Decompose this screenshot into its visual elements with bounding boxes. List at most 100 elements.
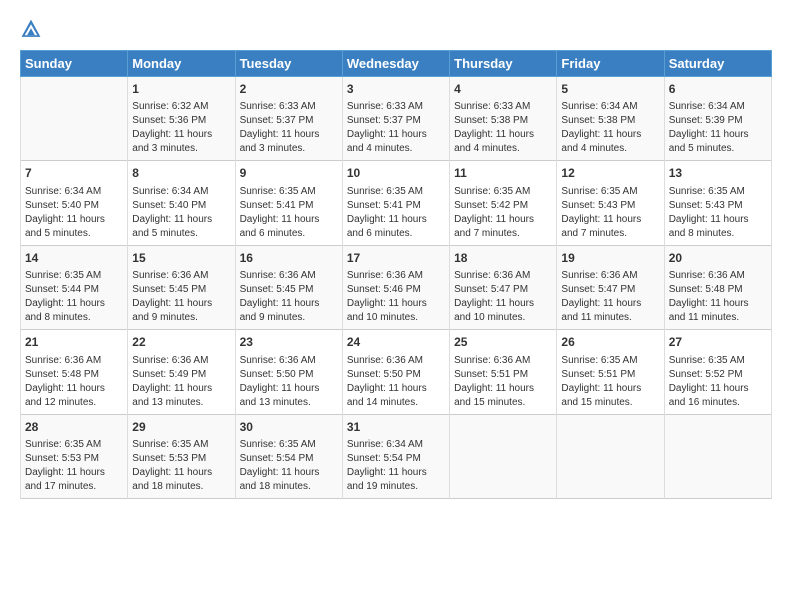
day-number: 9 [240, 165, 338, 182]
day-number: 5 [561, 81, 659, 98]
day-content: Sunrise: 6:36 AM Sunset: 5:48 PM Dayligh… [669, 269, 767, 325]
day-content: Sunrise: 6:33 AM Sunset: 5:37 PM Dayligh… [347, 100, 445, 156]
calendar-cell: 19Sunrise: 6:36 AM Sunset: 5:47 PM Dayli… [557, 245, 664, 329]
calendar-cell: 17 Sunrise: 6:36 AM Sunset: 5:46 PM Dayli… [342, 245, 449, 329]
day-content: Sunrise: 6:32 AM Sunset: 5:36 PM Dayligh… [132, 100, 230, 156]
calendar-cell: 28 Sunrise: 6:35 AM Sunset: 5:53 PM Dayli… [21, 414, 128, 498]
day-number: 6 [669, 81, 767, 98]
calendar-header-row: SundayMondayTuesdayWednesdayThursdayFrid… [21, 51, 772, 77]
day-content: Sunrise: 6:35 AM Sunset: 5:53 PM Dayligh… [132, 438, 230, 494]
column-header-monday: Monday [128, 51, 235, 77]
day-number: 18 [454, 250, 552, 267]
day-number: 1 [132, 81, 230, 98]
calendar-cell: 20 Sunrise: 6:36 AM Sunset: 5:48 PM Dayli… [664, 245, 771, 329]
day-number: 27 [669, 334, 767, 351]
day-content: Sunrise: 6:36 AM Sunset: 5:50 PM Dayligh… [347, 354, 445, 410]
calendar-cell: 6 Sunrise: 6:34 AM Sunset: 5:39 PM Daylig… [664, 77, 771, 161]
calendar-cell: 8 Sunrise: 6:34 AM Sunset: 5:40 PM Daylig… [128, 161, 235, 245]
calendar-cell: 4Sunrise: 6:33 AM Sunset: 5:38 PM Daylig… [450, 77, 557, 161]
day-number: 3 [347, 81, 445, 98]
day-number: 29 [132, 419, 230, 436]
day-number: 12 [561, 165, 659, 182]
header [20, 18, 772, 40]
day-number: 7 [25, 165, 123, 182]
column-header-sunday: Sunday [21, 51, 128, 77]
day-content: Sunrise: 6:35 AM Sunset: 5:43 PM Dayligh… [669, 185, 767, 241]
day-content: Sunrise: 6:33 AM Sunset: 5:38 PM Dayligh… [454, 100, 552, 156]
logo [20, 18, 46, 40]
day-number: 16 [240, 250, 338, 267]
day-number: 2 [240, 81, 338, 98]
day-content: Sunrise: 6:35 AM Sunset: 5:43 PM Dayligh… [561, 185, 659, 241]
day-number: 20 [669, 250, 767, 267]
calendar-cell [557, 414, 664, 498]
calendar-cell [21, 77, 128, 161]
day-number: 31 [347, 419, 445, 436]
day-content: Sunrise: 6:34 AM Sunset: 5:39 PM Dayligh… [669, 100, 767, 156]
calendar-cell: 18 Sunrise: 6:36 AM Sunset: 5:47 PM Dayli… [450, 245, 557, 329]
week-row-1: 7 Sunrise: 6:34 AM Sunset: 5:40 PM Daylig… [21, 161, 772, 245]
day-content: Sunrise: 6:34 AM Sunset: 5:40 PM Dayligh… [25, 185, 123, 241]
calendar-cell: 15Sunrise: 6:36 AM Sunset: 5:45 PM Dayli… [128, 245, 235, 329]
day-number: 11 [454, 165, 552, 182]
week-row-0: 1 Sunrise: 6:32 AM Sunset: 5:36 PM Daylig… [21, 77, 772, 161]
day-content: Sunrise: 6:36 AM Sunset: 5:45 PM Dayligh… [132, 269, 230, 325]
calendar-cell [450, 414, 557, 498]
calendar-cell: 7 Sunrise: 6:34 AM Sunset: 5:40 PM Daylig… [21, 161, 128, 245]
day-content: Sunrise: 6:34 AM Sunset: 5:38 PM Dayligh… [561, 100, 659, 156]
day-number: 8 [132, 165, 230, 182]
day-content: Sunrise: 6:33 AM Sunset: 5:37 PM Dayligh… [240, 100, 338, 156]
day-number: 28 [25, 419, 123, 436]
day-number: 17 [347, 250, 445, 267]
calendar-cell: 9Sunrise: 6:35 AM Sunset: 5:41 PM Daylig… [235, 161, 342, 245]
column-header-tuesday: Tuesday [235, 51, 342, 77]
day-content: Sunrise: 6:34 AM Sunset: 5:40 PM Dayligh… [132, 185, 230, 241]
calendar-cell: 30Sunrise: 6:35 AM Sunset: 5:54 PM Dayli… [235, 414, 342, 498]
day-content: Sunrise: 6:34 AM Sunset: 5:54 PM Dayligh… [347, 438, 445, 494]
day-number: 10 [347, 165, 445, 182]
calendar-cell: 24 Sunrise: 6:36 AM Sunset: 5:50 PM Dayli… [342, 330, 449, 414]
day-number: 19 [561, 250, 659, 267]
column-header-thursday: Thursday [450, 51, 557, 77]
day-content: Sunrise: 6:36 AM Sunset: 5:46 PM Dayligh… [347, 269, 445, 325]
day-number: 22 [132, 334, 230, 351]
week-row-3: 21Sunrise: 6:36 AM Sunset: 5:48 PM Dayli… [21, 330, 772, 414]
calendar-cell: 31 Sunrise: 6:34 AM Sunset: 5:54 PM Dayli… [342, 414, 449, 498]
day-content: Sunrise: 6:36 AM Sunset: 5:45 PM Dayligh… [240, 269, 338, 325]
calendar-cell: 11Sunrise: 6:35 AM Sunset: 5:42 PM Dayli… [450, 161, 557, 245]
calendar-cell: 2 Sunrise: 6:33 AM Sunset: 5:37 PM Daylig… [235, 77, 342, 161]
calendar-cell: 10Sunrise: 6:35 AM Sunset: 5:41 PM Dayli… [342, 161, 449, 245]
calendar-page: SundayMondayTuesdayWednesdayThursdayFrid… [0, 0, 792, 612]
calendar-cell [664, 414, 771, 498]
calendar-cell: 3 Sunrise: 6:33 AM Sunset: 5:37 PM Daylig… [342, 77, 449, 161]
day-number: 24 [347, 334, 445, 351]
calendar-cell: 22 Sunrise: 6:36 AM Sunset: 5:49 PM Dayli… [128, 330, 235, 414]
calendar-cell: 26 Sunrise: 6:35 AM Sunset: 5:51 PM Dayli… [557, 330, 664, 414]
day-content: Sunrise: 6:35 AM Sunset: 5:44 PM Dayligh… [25, 269, 123, 325]
calendar-cell: 27Sunrise: 6:35 AM Sunset: 5:52 PM Dayli… [664, 330, 771, 414]
day-number: 14 [25, 250, 123, 267]
day-number: 13 [669, 165, 767, 182]
calendar-cell: 1 Sunrise: 6:32 AM Sunset: 5:36 PM Daylig… [128, 77, 235, 161]
calendar-cell: 14 Sunrise: 6:35 AM Sunset: 5:44 PM Dayli… [21, 245, 128, 329]
day-number: 26 [561, 334, 659, 351]
calendar-table: SundayMondayTuesdayWednesdayThursdayFrid… [20, 50, 772, 499]
logo-icon [20, 18, 42, 40]
week-row-4: 28 Sunrise: 6:35 AM Sunset: 5:53 PM Dayli… [21, 414, 772, 498]
calendar-cell: 25Sunrise: 6:36 AM Sunset: 5:51 PM Dayli… [450, 330, 557, 414]
day-content: Sunrise: 6:36 AM Sunset: 5:49 PM Dayligh… [132, 354, 230, 410]
day-number: 25 [454, 334, 552, 351]
column-header-friday: Friday [557, 51, 664, 77]
column-header-saturday: Saturday [664, 51, 771, 77]
column-header-wednesday: Wednesday [342, 51, 449, 77]
day-content: Sunrise: 6:36 AM Sunset: 5:50 PM Dayligh… [240, 354, 338, 410]
day-content: Sunrise: 6:35 AM Sunset: 5:53 PM Dayligh… [25, 438, 123, 494]
calendar-cell: 5 Sunrise: 6:34 AM Sunset: 5:38 PM Daylig… [557, 77, 664, 161]
day-content: Sunrise: 6:36 AM Sunset: 5:47 PM Dayligh… [454, 269, 552, 325]
calendar-cell: 23 Sunrise: 6:36 AM Sunset: 5:50 PM Dayli… [235, 330, 342, 414]
calendar-cell: 21Sunrise: 6:36 AM Sunset: 5:48 PM Dayli… [21, 330, 128, 414]
day-number: 30 [240, 419, 338, 436]
calendar-cell: 16 Sunrise: 6:36 AM Sunset: 5:45 PM Dayli… [235, 245, 342, 329]
day-content: Sunrise: 6:35 AM Sunset: 5:51 PM Dayligh… [561, 354, 659, 410]
day-number: 23 [240, 334, 338, 351]
